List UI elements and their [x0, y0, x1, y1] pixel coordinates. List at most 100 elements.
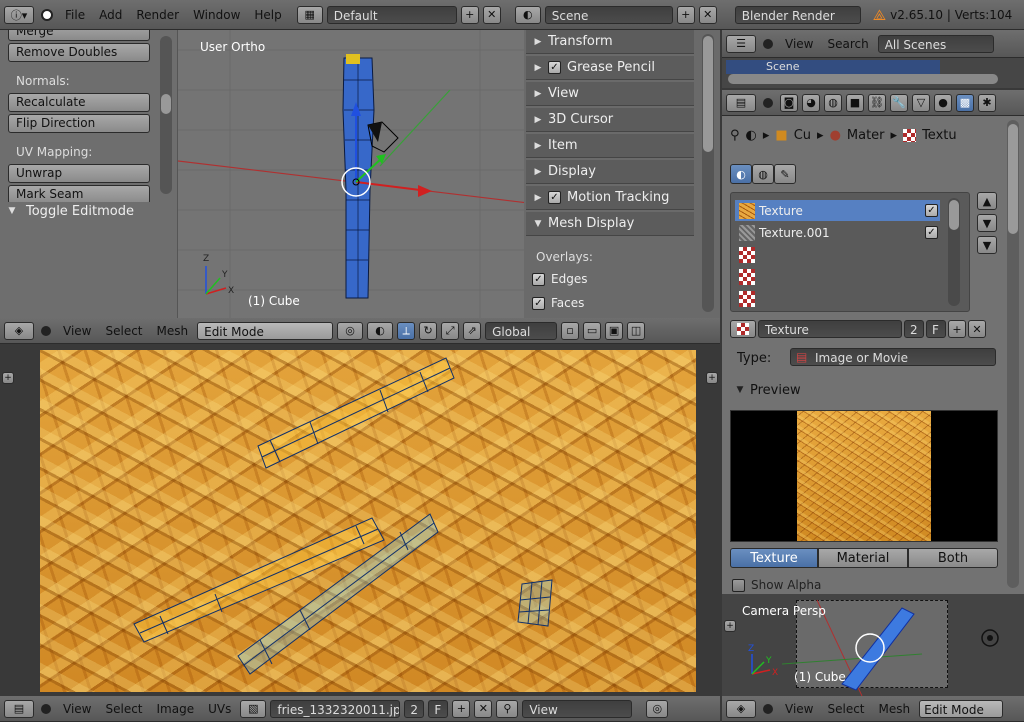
add-scene-button[interactable]: +: [676, 5, 695, 24]
texture-tab-icon[interactable]: ▩: [956, 93, 974, 112]
camera-view-plus-icon[interactable]: +: [724, 620, 736, 632]
editor-type-properties-icon[interactable]: ▤: [726, 93, 756, 112]
preview-tab-material[interactable]: Material: [818, 548, 908, 568]
menu-add[interactable]: Add: [94, 8, 127, 22]
data-tab-icon[interactable]: ▽: [912, 93, 930, 112]
object-tab-icon[interactable]: ■: [846, 93, 864, 112]
texture-type-select[interactable]: Image or Movie: [790, 348, 996, 366]
texture-slot-3[interactable]: [735, 266, 940, 287]
collapse-menu-icon[interactable]: [763, 97, 773, 108]
texture-name-field[interactable]: Texture: [758, 320, 902, 338]
pin-icon[interactable]: ⚲: [730, 128, 740, 143]
rotate-manipulator-icon[interactable]: ↻: [419, 321, 438, 340]
collapse-menu-icon[interactable]: [763, 38, 773, 49]
menu-render[interactable]: Render: [131, 8, 184, 22]
edges-checkbox[interactable]: ✓: [532, 272, 545, 286]
menu-mesh[interactable]: Mesh: [874, 702, 916, 716]
texture-users-count[interactable]: 2: [904, 320, 924, 338]
screen-layout-field[interactable]: Default: [326, 5, 457, 24]
face-select-icon[interactable]: ▣: [605, 321, 624, 340]
outliner-display-select[interactable]: All Scenes: [877, 34, 994, 53]
unlink-texture-button[interactable]: ✕: [968, 320, 986, 338]
new-image-button[interactable]: +: [452, 699, 471, 718]
panel-3d-cursor[interactable]: ▶ 3D Cursor: [526, 108, 694, 132]
menu-view[interactable]: View: [58, 324, 96, 338]
uv-right-plus-icon[interactable]: +: [706, 372, 718, 384]
constraints-tab-icon[interactable]: ⛓: [868, 93, 886, 112]
material-tab-icon[interactable]: ●: [934, 93, 952, 112]
edge-select-icon[interactable]: ▭: [583, 321, 602, 340]
render-tab-icon[interactable]: ◙: [780, 93, 798, 112]
texture-slot-1[interactable]: Texture.001 ✓: [735, 222, 940, 243]
scene-icon[interactable]: ◐: [514, 5, 541, 24]
show-alpha-option[interactable]: Show Alpha: [732, 578, 821, 592]
properties-scrollbar-right-thumb[interactable]: [1008, 124, 1018, 234]
panel-motion-tracking[interactable]: ▶ ✓ Motion Tracking: [526, 186, 694, 210]
occlude-geometry-icon[interactable]: ◫: [627, 321, 646, 340]
uv-view-mode-select[interactable]: View: [522, 699, 633, 718]
preview-panel-header[interactable]: ▼ Preview: [728, 378, 1004, 402]
camera-viewport[interactable]: Camera Persp (1) Cube Z Y X +: [722, 594, 1024, 696]
editor-type-3d-icon[interactable]: ◈: [4, 321, 34, 340]
particles-tab-icon[interactable]: ✱: [978, 93, 996, 112]
menu-select[interactable]: Select: [100, 702, 147, 716]
texture-browse-icon[interactable]: [730, 320, 756, 338]
menu-file[interactable]: File: [60, 8, 90, 22]
transform-orientation-select[interactable]: Global: [485, 321, 558, 340]
edges-option[interactable]: ✓ Edges: [532, 272, 587, 286]
editor-type-image-icon[interactable]: ▤: [4, 699, 34, 718]
panel-transform[interactable]: ▶ Transform: [526, 30, 694, 54]
menu-select[interactable]: Select: [100, 324, 147, 338]
faces-option[interactable]: ✓ Faces: [532, 296, 584, 310]
world-tab-icon[interactable]: ◍: [824, 93, 842, 112]
editor-type-outliner-icon[interactable]: ☰: [726, 34, 756, 53]
menu-uvs[interactable]: UVs: [203, 702, 236, 716]
menu-view[interactable]: View: [58, 702, 96, 716]
collapse-menu-icon[interactable]: [41, 8, 53, 21]
grease-pencil-checkbox[interactable]: ✓: [548, 61, 561, 74]
texture-slot-1-checkbox[interactable]: ✓: [925, 226, 938, 239]
menu-view[interactable]: View: [780, 37, 818, 51]
delete-screen-button[interactable]: ✕: [482, 5, 501, 24]
tool-shelf-scrollbar[interactable]: [160, 36, 172, 194]
panel-view[interactable]: ▶ View: [526, 82, 694, 106]
show-alpha-checkbox[interactable]: [732, 578, 745, 592]
pivot-icon[interactable]: ◎: [337, 321, 364, 340]
image-fake-user-toggle[interactable]: F: [428, 699, 449, 718]
unwrap-button[interactable]: Unwrap: [8, 164, 150, 183]
brush-texture-context-icon[interactable]: ✎: [774, 164, 796, 184]
scene-tab-icon[interactable]: ◕: [802, 93, 820, 112]
slot-list-scrollbar-thumb[interactable]: [949, 200, 959, 230]
manipulator-toggle-icon[interactable]: ⇗: [463, 321, 482, 340]
world-texture-context-icon[interactable]: ◐: [730, 164, 752, 184]
panel-mesh-display[interactable]: ▼ Mesh Display: [526, 212, 694, 236]
mark-seam-button[interactable]: Mark Seam: [8, 185, 150, 202]
texture-slot-4[interactable]: [735, 288, 940, 309]
menu-view[interactable]: View: [780, 702, 818, 716]
panel-grease-pencil[interactable]: ▶ ✓ Grease Pencil: [526, 56, 694, 80]
slot-specials-button[interactable]: ▼: [977, 236, 997, 254]
menu-window[interactable]: Window: [188, 8, 245, 22]
image-name-field[interactable]: fries_1332320011.jpg: [270, 699, 401, 718]
panel-display[interactable]: ▶ Display: [526, 160, 694, 184]
menu-select[interactable]: Select: [822, 702, 869, 716]
scene-field[interactable]: Scene: [544, 5, 673, 24]
flip-direction-button[interactable]: Flip Direction: [8, 114, 150, 133]
image-browse-icon[interactable]: ▧: [240, 699, 267, 718]
slot-move-up-button[interactable]: ▲: [977, 192, 997, 210]
pin-image-icon[interactable]: ⚲: [496, 699, 519, 718]
outliner-scrollbar[interactable]: [728, 74, 998, 84]
image-users-count[interactable]: 2: [404, 699, 425, 718]
menu-image[interactable]: Image: [152, 702, 200, 716]
info-editor-type-icon[interactable]: ⓘ▾: [4, 5, 34, 24]
preview-tab-both[interactable]: Both: [908, 548, 998, 568]
screen-layout-icon[interactable]: ▦: [296, 5, 323, 24]
menu-mesh[interactable]: Mesh: [152, 324, 194, 338]
tool-shelf-scrollbar-thumb[interactable]: [161, 94, 171, 114]
modifiers-tab-icon[interactable]: 🔧: [890, 93, 908, 112]
menu-search[interactable]: Search: [822, 37, 873, 51]
scale-manipulator-icon[interactable]: ⤢: [441, 321, 460, 340]
uv-pivot-icon[interactable]: ◎: [646, 699, 669, 718]
unlink-image-button[interactable]: ✕: [474, 699, 493, 718]
delete-scene-button[interactable]: ✕: [698, 5, 717, 24]
